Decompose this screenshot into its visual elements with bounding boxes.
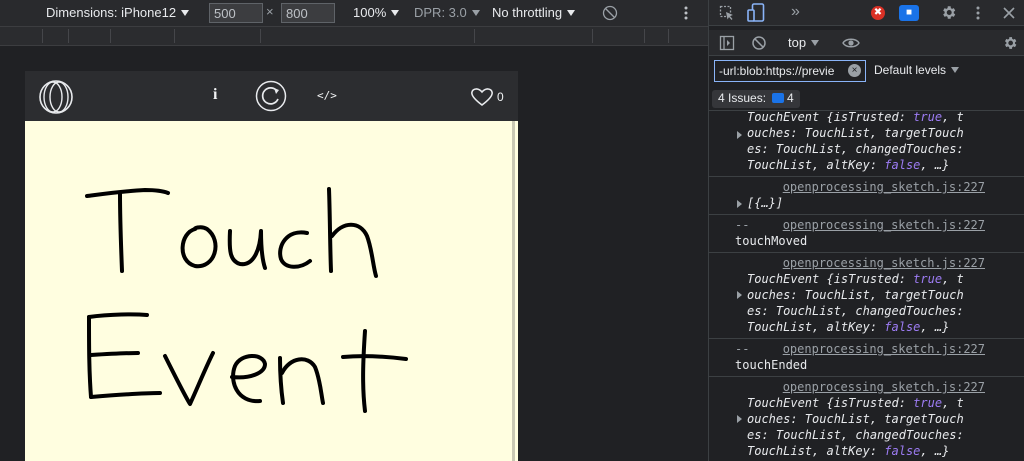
chevron-down-icon [391,10,400,16]
event-line: es: TouchList, changedTouches: [747,304,964,318]
context-label: top [788,35,807,50]
console-message[interactable]: openprocessing_sketch.js:227 TouchEvent … [709,377,1024,461]
error-count-icon[interactable]: ✖ [871,6,885,20]
expand-triangle-icon[interactable] [737,415,742,423]
console-message[interactable]: -- openprocessing_sketch.js:227 touchMove… [709,215,1024,253]
source-link[interactable]: openprocessing_sketch.js:227 [709,255,1024,271]
more-vert-icon[interactable] [976,6,980,20]
issue-message-icon [772,93,785,103]
touch-ended-text: touchEnded [735,358,808,372]
inspect-element-icon[interactable] [719,5,735,21]
event-line: TouchList, altKey: false, …} [747,320,950,334]
clear-filter-icon[interactable]: × [848,64,861,77]
context-select[interactable]: top [788,35,820,50]
zoom-label: 100% [353,5,387,20]
device-dimensions-select[interactable]: Dimensions: iPhone12 [46,5,190,20]
message-count-icon[interactable]: ■ [899,5,919,21]
chevron-down-icon [567,10,576,16]
page-scrollbar[interactable] [512,121,515,461]
source-link-text[interactable]: openprocessing_sketch.js:227 [783,342,985,356]
log-levels-select[interactable]: Default levels [874,63,960,77]
console-message[interactable]: -- openprocessing_sketch.js:227 touchEnde… [709,339,1024,377]
live-expression-eye-icon[interactable] [842,37,860,49]
expand-triangle-icon[interactable] [737,200,742,208]
log-levels-label: Default levels [874,63,947,77]
event-line: TouchList, altKey: false, …} [747,158,950,172]
dpr-label: DPR: 3.0 [414,5,467,20]
event-line: TouchList, altKey: false, …} [747,444,950,458]
issues-button[interactable]: 4 Issues: 4 [712,90,800,108]
devtools-panel: » ✖ ■ top -url:blob:https://previe × Def… [708,0,1024,461]
event-line: ouches: TouchList, targetTouch [747,288,964,302]
device-width-input[interactable] [209,3,263,23]
source-link: -- openprocessing_sketch.js:227 [709,341,1024,357]
console-message[interactable]: openprocessing_sketch.js:227 TouchEvent … [709,253,1024,339]
filter-text: -url:blob:https://previe [719,64,835,78]
heart-icon[interactable] [470,87,494,107]
touch-moved-text: touchMoved [735,234,808,248]
chevron-down-icon [811,40,820,46]
openprocessing-logo-icon[interactable] [38,79,74,115]
device-viewport: i </> 0 [25,71,518,461]
console-toolbar: top [709,30,1024,56]
source-link: -- openprocessing_sketch.js:227 [709,217,1024,233]
issues-count: 4 [787,91,794,105]
event-line: TouchEvent {isTrusted: true, t [747,272,964,286]
like-count: 0 [497,90,504,104]
device-toolbar: Dimensions: iPhone12 × 100% DPR: 3.0 No … [0,0,708,26]
console-message[interactable]: openprocessing_sketch.js:227 [{…}] [709,177,1024,215]
chevron-down-icon [471,10,480,16]
chevron-down-icon [951,67,960,73]
reload-icon[interactable] [255,80,287,112]
throttling-label: No throttling [492,5,563,20]
clear-console-icon[interactable] [751,35,767,51]
event-line: ouches: TouchList, targetTouch [747,126,964,140]
console-filter-input[interactable]: -url:blob:https://previe [714,60,866,82]
sketch-header: i </> 0 [25,71,518,121]
event-line: TouchEvent {isTrusted: true, t [747,112,964,124]
throttling-select[interactable]: No throttling [492,5,576,20]
info-icon[interactable]: i [213,86,217,104]
device-height-input[interactable] [281,3,335,23]
source-link[interactable]: openprocessing_sketch.js:227 [709,179,1024,195]
expand-triangle-icon[interactable] [737,291,742,299]
event-line: TouchEvent {isTrusted: true, t [747,396,964,410]
console-messages[interactable]: TouchEvent {isTrusted: true, t ouches: T… [709,112,1024,461]
chevron-down-icon [181,10,190,16]
more-vert-icon[interactable] [684,6,688,20]
console-settings-gear-icon[interactable] [1002,35,1018,51]
source-link-text[interactable]: openprocessing_sketch.js:227 [783,218,985,232]
devtools-main-toolbar: » ✖ ■ [709,0,1024,26]
more-tabs-icon[interactable]: » [791,3,800,21]
times-icon: × [266,4,274,19]
code-icon[interactable]: </> [317,89,337,102]
console-message[interactable]: TouchEvent {isTrusted: true, t ouches: T… [709,112,1024,177]
separator-text: -- [735,218,750,232]
device-toolbar-toggle-icon[interactable] [747,3,765,23]
separator-text: -- [735,342,750,356]
dpr-select[interactable]: DPR: 3.0 [414,5,480,20]
settings-gear-icon[interactable] [940,4,957,21]
event-line: es: TouchList, changedTouches: [747,142,964,156]
media-query-ruler [0,26,708,46]
array-summary: [{…}] [747,196,784,210]
issues-label: 4 Issues: [718,91,767,105]
sidebar-toggle-icon[interactable] [719,35,735,51]
event-line: ouches: TouchList, targetTouch [747,412,964,426]
zoom-select[interactable]: 100% [353,5,400,20]
rotate-icon[interactable] [602,5,618,21]
issues-bar: 4 Issues: 4 [709,87,1024,111]
sketch-canvas[interactable] [25,121,518,461]
close-icon[interactable] [1003,7,1015,19]
handwriting-drawing [85,187,408,413]
source-link[interactable]: openprocessing_sketch.js:227 [709,379,1024,395]
expand-triangle-icon[interactable] [737,131,742,139]
device-dimensions-label: Dimensions: iPhone12 [46,5,177,20]
event-line: es: TouchList, changedTouches: [747,428,964,442]
